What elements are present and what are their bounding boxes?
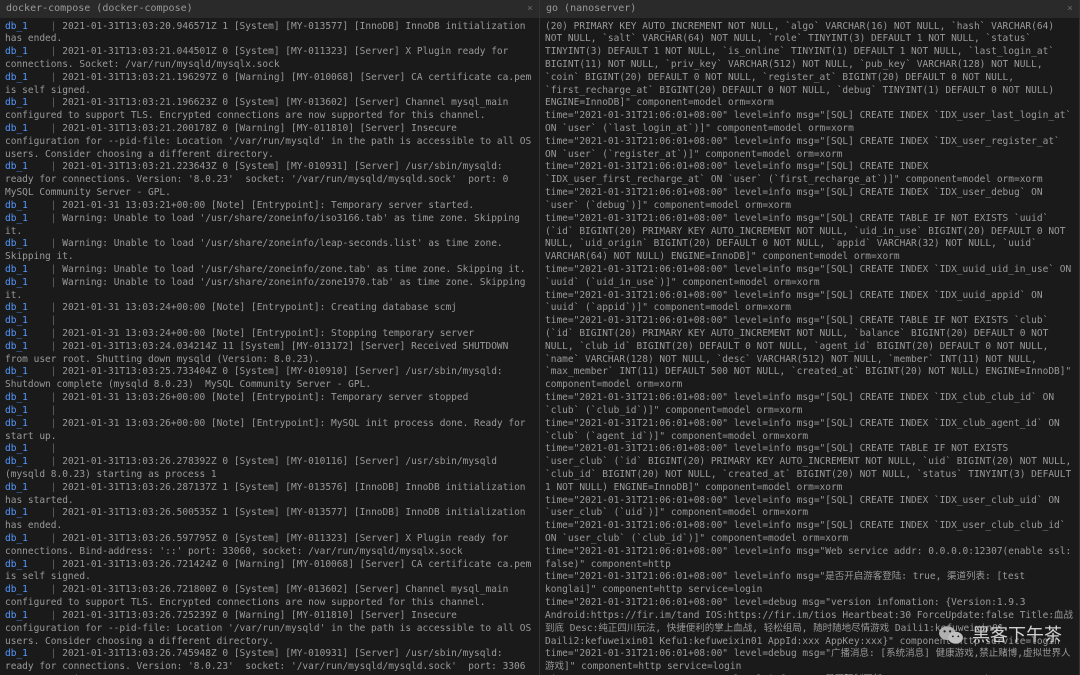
- log-prefix: db_1: [5, 648, 28, 659]
- right-pane: go (nanoserver) × (20) PRIMARY KEY AUTO_…: [540, 0, 1080, 675]
- log-prefix: db_1: [5, 21, 28, 32]
- log-prefix: db_1: [5, 392, 28, 403]
- log-prefix: db_1: [5, 277, 28, 288]
- log-prefix: db_1: [5, 264, 28, 275]
- log-prefix: db_1: [5, 456, 28, 467]
- log-prefix: db_1: [5, 238, 28, 249]
- right-tab-title[interactable]: go (nanoserver): [546, 2, 636, 16]
- log-prefix: db_1: [5, 507, 28, 518]
- log-prefix: db_1: [5, 366, 28, 377]
- log-prefix: db_1: [5, 559, 28, 570]
- left-tab-close-icon[interactable]: ×: [527, 2, 533, 16]
- left-log-body[interactable]: db_1 | 2021-01-31T13:03:20.946571Z 1 [Sy…: [0, 18, 539, 675]
- log-prefix: db_1: [5, 302, 28, 313]
- log-prefix: db_1: [5, 482, 28, 493]
- log-prefix: db_1: [5, 405, 28, 416]
- log-prefix: db_1: [5, 97, 28, 108]
- log-prefix: db_1: [5, 328, 28, 339]
- right-tab-bar: go (nanoserver) ×: [540, 0, 1079, 18]
- log-prefix: db_1: [5, 200, 28, 211]
- log-prefix: db_1: [5, 418, 28, 429]
- log-prefix: db_1: [5, 443, 28, 454]
- log-prefix: db_1: [5, 341, 28, 352]
- log-prefix: db_1: [5, 123, 28, 134]
- left-pane: docker-compose (docker-compose) × db_1 |…: [0, 0, 540, 675]
- right-log-body[interactable]: (20) PRIMARY KEY AUTO_INCREMENT NOT NULL…: [540, 18, 1079, 675]
- log-prefix: db_1: [5, 584, 28, 595]
- right-tab-close-icon[interactable]: ×: [1067, 2, 1073, 16]
- log-prefix: db_1: [5, 72, 28, 83]
- log-prefix: db_1: [5, 161, 28, 172]
- left-tab-bar: docker-compose (docker-compose) ×: [0, 0, 539, 18]
- log-prefix: db_1: [5, 315, 28, 326]
- log-prefix: db_1: [5, 533, 28, 544]
- left-tab-title[interactable]: docker-compose (docker-compose): [6, 2, 193, 16]
- log-prefix: db_1: [5, 213, 28, 224]
- log-prefix: db_1: [5, 46, 28, 57]
- log-prefix: db_1: [5, 610, 28, 621]
